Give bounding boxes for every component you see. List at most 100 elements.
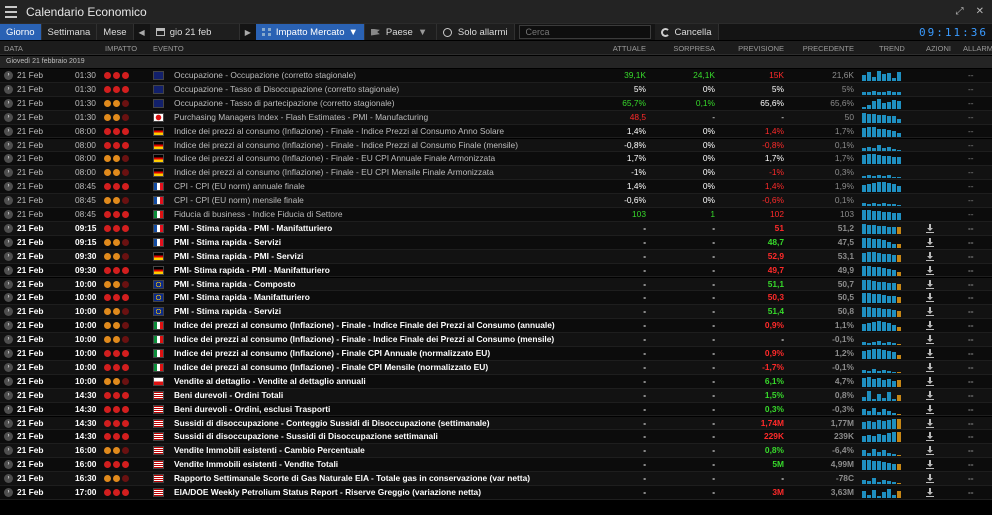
table-row[interactable]: › 21 Feb 01:30 Occupazione - Occupazione (c… bbox=[0, 69, 992, 83]
table-row[interactable]: › 21 Feb 09:30 PMI- Stima rapida - PMI - Ma… bbox=[0, 263, 992, 278]
download-icon[interactable] bbox=[926, 223, 934, 233]
download-icon[interactable] bbox=[926, 432, 934, 442]
expand-row-icon[interactable]: › bbox=[4, 251, 13, 261]
alarm-status[interactable]: -- bbox=[968, 291, 974, 304]
expand-row-icon[interactable]: › bbox=[4, 321, 13, 331]
alarm-status[interactable]: -- bbox=[968, 389, 974, 402]
table-row[interactable]: › 21 Feb 10:00 PMI - Stima rapida - Manifat… bbox=[0, 291, 992, 306]
table-row[interactable]: › 21 Feb 10:00 PMI - Stima rapida - Servizi… bbox=[0, 305, 992, 320]
expand-row-icon[interactable]: › bbox=[4, 404, 13, 414]
table-row[interactable]: › 21 Feb 01:30 Purchasing Managers Index - … bbox=[0, 110, 992, 125]
event-title[interactable]: Indice dei prezzi al consumo (Inflazione… bbox=[174, 319, 555, 332]
alarm-status[interactable]: -- bbox=[968, 139, 974, 152]
event-title[interactable]: Occupazione - Tasso di partecipazione (c… bbox=[174, 97, 395, 110]
expand-row-icon[interactable]: › bbox=[4, 293, 13, 303]
alarm-status[interactable]: -- bbox=[968, 83, 974, 96]
expand-row-icon[interactable]: › bbox=[4, 210, 13, 219]
clear-button[interactable]: Cancella bbox=[654, 24, 719, 40]
alarms-only-button[interactable]: Solo allarmi bbox=[436, 24, 515, 40]
download-icon[interactable] bbox=[926, 251, 934, 261]
alarm-status[interactable]: -- bbox=[968, 194, 974, 207]
table-row[interactable]: › 21 Feb 10:00 Vendite al dettaglio - Vendi… bbox=[0, 374, 992, 389]
alarm-status[interactable]: -- bbox=[968, 403, 974, 416]
event-title[interactable]: Occupazione - Tasso di Disoccupazione (c… bbox=[174, 83, 399, 96]
alarm-status[interactable]: -- bbox=[968, 472, 974, 485]
table-row[interactable]: › 21 Feb 08:45 CPI - CPI (EU norm) annuale … bbox=[0, 180, 992, 195]
alarm-status[interactable]: -- bbox=[968, 305, 974, 318]
event-title[interactable]: Occupazione - Occupazione (corretto stag… bbox=[174, 69, 356, 82]
download-icon[interactable] bbox=[926, 321, 934, 331]
table-row[interactable]: › 21 Feb 10:00 PMI - Stima rapida - Compost… bbox=[0, 277, 992, 292]
alarm-status[interactable]: -- bbox=[968, 458, 974, 471]
table-row[interactable]: › 21 Feb 17:00 EIA/DOE Weekly Petrolium Sta… bbox=[0, 486, 992, 500]
alarm-status[interactable]: -- bbox=[968, 69, 974, 82]
event-title[interactable]: PMI - Stima rapida - PMI - Manifatturier… bbox=[174, 222, 332, 235]
alarm-status[interactable]: -- bbox=[968, 250, 974, 263]
table-row[interactable]: › 21 Feb 08:45 Fiducia di business - Indice… bbox=[0, 208, 992, 222]
impact-filter-button[interactable]: Impatto Mercato ▼ bbox=[255, 24, 365, 40]
event-title[interactable]: Sussidi di disoccupazione - Conteggio Su… bbox=[174, 417, 490, 430]
next-day-icon[interactable]: ▶ bbox=[240, 28, 256, 37]
table-row[interactable]: › 21 Feb 08:00 Indice dei prezzi al consumo… bbox=[0, 124, 992, 139]
column-forecast[interactable]: PREVISIONE bbox=[738, 44, 784, 53]
expand-row-icon[interactable]: › bbox=[4, 223, 13, 233]
alarm-status[interactable]: -- bbox=[968, 111, 974, 124]
country-filter-button[interactable]: Paese ▼ bbox=[364, 24, 437, 40]
expand-row-icon[interactable]: › bbox=[4, 71, 13, 80]
event-title[interactable]: Vendite al dettaglio - Vendite al dettag… bbox=[174, 375, 366, 388]
expand-row-icon[interactable]: › bbox=[4, 84, 13, 94]
search-input[interactable] bbox=[518, 25, 651, 39]
alarm-status[interactable]: -- bbox=[968, 347, 974, 360]
download-icon[interactable] bbox=[926, 362, 934, 372]
download-icon[interactable] bbox=[926, 265, 934, 275]
table-row[interactable]: › 21 Feb 16:00 Vendite Immobili esistenti -… bbox=[0, 458, 992, 473]
prev-day-icon[interactable]: ◀ bbox=[134, 28, 150, 37]
event-title[interactable]: Indice dei prezzi al consumo (Inflazione… bbox=[174, 347, 490, 360]
expand-row-icon[interactable]: › bbox=[4, 390, 13, 400]
expand-row-icon[interactable]: › bbox=[4, 279, 13, 289]
table-row[interactable]: › 21 Feb 16:00 Vendite Immobili esistenti -… bbox=[0, 444, 992, 459]
event-title[interactable]: PMI - Stima rapida - PMI - Servizi bbox=[174, 250, 303, 263]
table-row[interactable]: › 21 Feb 08:00 Indice dei prezzi al consumo… bbox=[0, 166, 992, 181]
expand-row-icon[interactable]: › bbox=[4, 196, 13, 206]
expand-row-icon[interactable]: › bbox=[4, 140, 13, 150]
download-icon[interactable] bbox=[926, 460, 934, 470]
expand-row-icon[interactable]: › bbox=[4, 362, 13, 372]
alarm-status[interactable]: -- bbox=[968, 278, 974, 291]
column-event[interactable]: EVENTO bbox=[153, 44, 184, 53]
download-icon[interactable] bbox=[926, 390, 934, 400]
download-icon[interactable] bbox=[926, 488, 934, 497]
download-icon[interactable] bbox=[926, 335, 934, 345]
expand-row-icon[interactable]: › bbox=[4, 182, 13, 192]
event-title[interactable]: Rapporto Settimanale Scorte di Gas Natur… bbox=[174, 472, 530, 485]
event-title[interactable]: PMI - Stima rapida - Servizi bbox=[174, 236, 281, 249]
table-row[interactable]: › 21 Feb 14:30 Beni durevoli - Ordini, escl… bbox=[0, 402, 992, 417]
column-surprise[interactable]: SORPRESA bbox=[673, 44, 715, 53]
month-view-button[interactable]: Mese bbox=[97, 24, 134, 40]
expand-row-icon[interactable]: › bbox=[4, 460, 13, 470]
expand-row-icon[interactable]: › bbox=[4, 335, 13, 345]
alarm-status[interactable]: -- bbox=[968, 180, 974, 193]
hamburger-menu-icon[interactable] bbox=[1, 0, 21, 24]
table-row[interactable]: › 21 Feb 08:00 Indice dei prezzi al consumo… bbox=[0, 138, 992, 153]
alarm-status[interactable]: -- bbox=[968, 486, 974, 499]
event-title[interactable]: PMI - Stima rapida - Composto bbox=[174, 278, 295, 291]
event-title[interactable]: Vendite Immobili esistenti - Cambio Perc… bbox=[174, 444, 365, 457]
alarm-status[interactable]: -- bbox=[968, 430, 974, 443]
table-row[interactable]: › 21 Feb 14:30 Sussidi di disoccupazione - … bbox=[0, 416, 992, 431]
download-icon[interactable] bbox=[926, 279, 934, 289]
download-icon[interactable] bbox=[926, 293, 934, 303]
close-icon[interactable]: ✕ bbox=[976, 6, 984, 17]
day-view-button[interactable]: Giorno bbox=[0, 24, 42, 40]
alarm-status[interactable]: -- bbox=[968, 444, 974, 457]
expand-row-icon[interactable]: › bbox=[4, 418, 13, 428]
expand-row-icon[interactable]: › bbox=[4, 376, 13, 386]
column-alarms[interactable]: ALLARMI bbox=[963, 44, 992, 53]
expand-row-icon[interactable]: › bbox=[4, 474, 13, 484]
event-title[interactable]: Fiducia di business - Indice Fiducia di … bbox=[174, 208, 343, 221]
event-title[interactable]: Indice dei prezzi al consumo (Inflazione… bbox=[174, 333, 554, 346]
alarm-status[interactable]: -- bbox=[968, 264, 974, 277]
table-row[interactable]: › 21 Feb 09:30 PMI - Stima rapida - PMI - S… bbox=[0, 249, 992, 264]
table-row[interactable]: › 21 Feb 14:30 Beni durevoli - Ordini Total… bbox=[0, 388, 992, 403]
table-row[interactable]: › 21 Feb 16:30 Rapporto Settimanale Scorte … bbox=[0, 472, 992, 486]
